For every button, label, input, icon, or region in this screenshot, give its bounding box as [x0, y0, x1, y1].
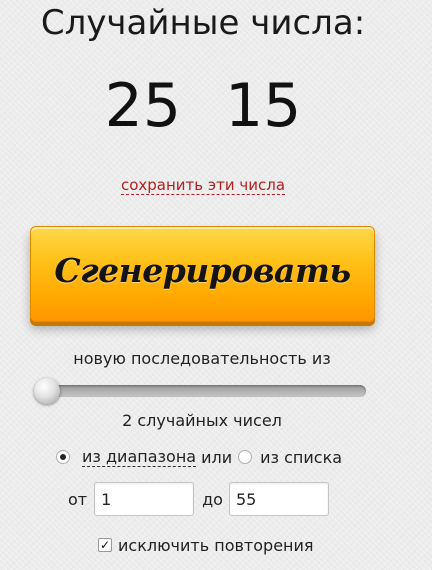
from-label: от	[68, 489, 88, 509]
save-numbers-link-container: сохранить эти числа	[0, 174, 406, 196]
list-mode-label[interactable]: из списка	[260, 448, 342, 467]
range-mode-radio[interactable]	[56, 450, 70, 464]
count-slider-track[interactable]	[34, 385, 366, 397]
save-numbers-link[interactable]: сохранить эти числа	[120, 176, 286, 195]
generate-button[interactable]: Сгенерировать	[30, 226, 375, 322]
result-numbers: 25 15	[0, 70, 406, 142]
to-input[interactable]	[228, 482, 329, 516]
page-title: Случайные числа:	[40, 3, 366, 43]
or-text: или	[201, 447, 233, 467]
list-mode-radio[interactable]	[238, 450, 253, 464]
result-number-1: 25	[104, 71, 181, 141]
exclude-repeats-checkbox[interactable]: ✓	[98, 538, 112, 552]
range-inputs: от до	[68, 482, 329, 516]
exclude-repeats-row: ✓ исключить повторения	[98, 534, 314, 556]
exclude-repeats-label[interactable]: исключить повторения	[118, 536, 314, 555]
check-icon: ✓	[99, 538, 111, 552]
count-text: 2 случайных чисел	[122, 411, 282, 430]
sequence-label: новую последовательность из	[73, 349, 331, 368]
from-input[interactable]	[94, 482, 195, 516]
to-label: до	[202, 489, 223, 509]
mode-selector: из диапазона или из списка	[56, 446, 342, 468]
result-number-2: 15	[225, 71, 302, 141]
generate-button-label: Сгенерировать	[54, 250, 351, 290]
count-slider-thumb[interactable]	[34, 378, 60, 404]
range-mode-label[interactable]: из диапазона	[82, 447, 197, 467]
